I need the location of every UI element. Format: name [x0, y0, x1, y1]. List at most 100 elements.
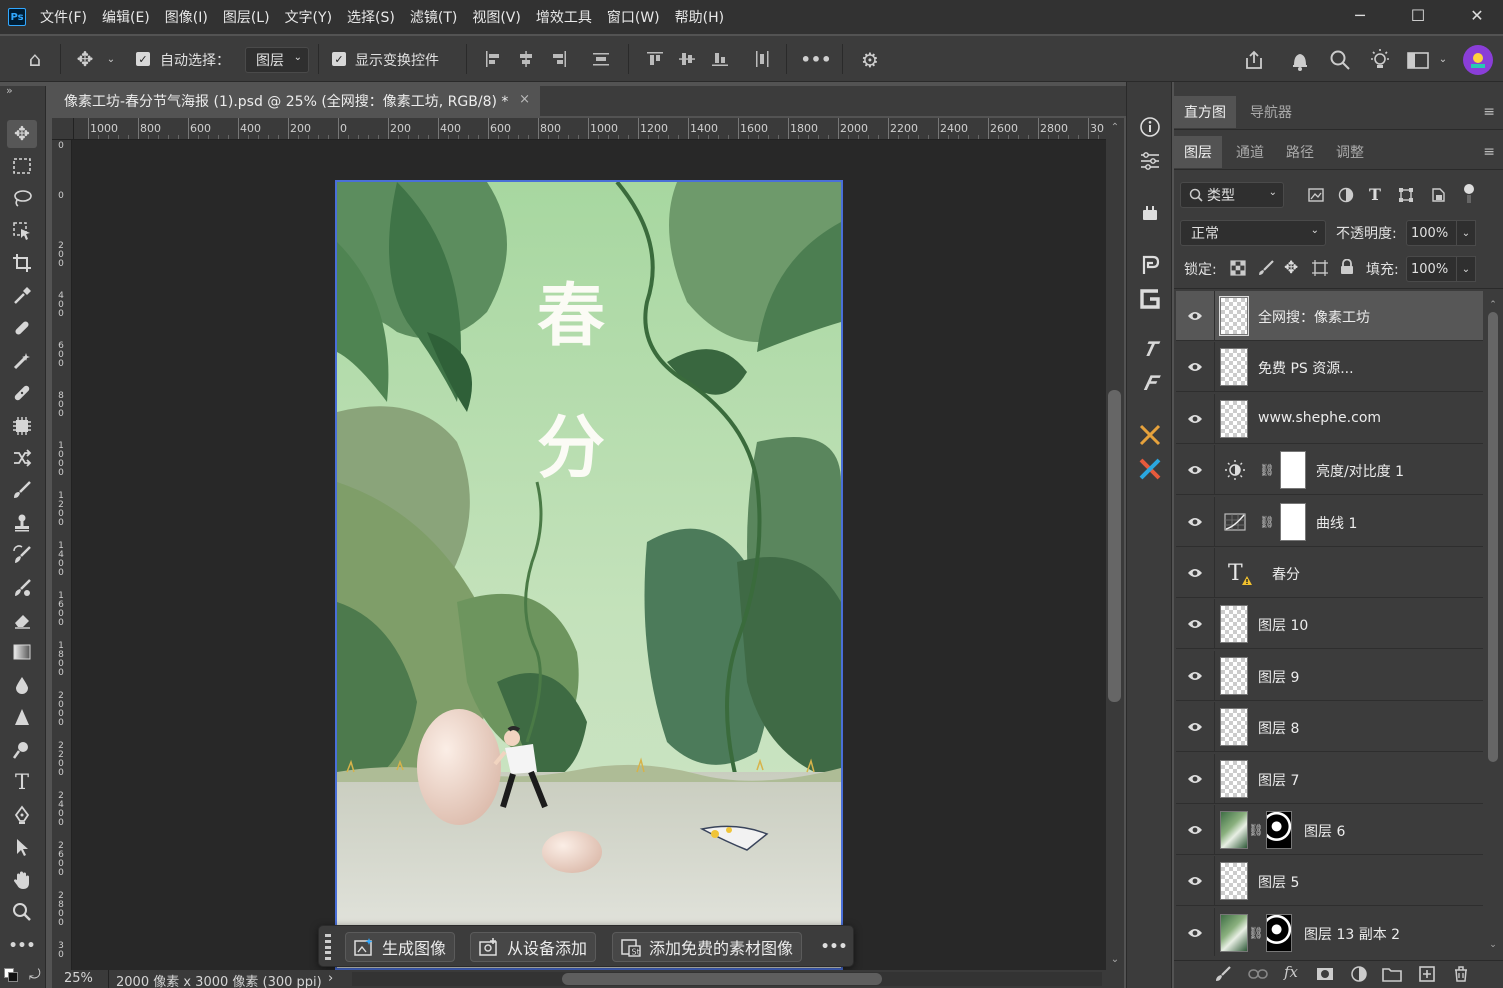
- lock-position-icon[interactable]: ✥: [1284, 258, 1298, 278]
- object-select-tool-icon[interactable]: [7, 217, 37, 245]
- eye-icon[interactable]: [1186, 821, 1204, 839]
- distribute-vertical-icon[interactable]: [751, 48, 773, 70]
- tab-adjustments[interactable]: 调整: [1326, 136, 1374, 168]
- layer-row[interactable]: 免费 PS 资源...: [1176, 342, 1483, 393]
- link-brush-icon[interactable]: [1214, 965, 1232, 987]
- tab-histogram[interactable]: 直方图: [1174, 96, 1236, 128]
- layer-row[interactable]: 图层 10: [1176, 599, 1483, 650]
- eye-icon[interactable]: [1186, 770, 1204, 788]
- filter-adjustment-icon[interactable]: [1338, 187, 1354, 207]
- lock-all-icon[interactable]: [1340, 258, 1354, 279]
- filter-shape-icon[interactable]: [1398, 187, 1414, 207]
- info-icon[interactable]: [1135, 112, 1165, 142]
- vertical-scrollbar[interactable]: ⌃ ⌄: [1106, 118, 1124, 970]
- lock-pixels-icon[interactable]: [1258, 260, 1274, 280]
- eye-icon[interactable]: [1186, 564, 1204, 582]
- generate-image-button[interactable]: 生成图像: [345, 932, 456, 962]
- document-tab[interactable]: 像素工坊-春分节气海报 (1).psd @ 25% (全网搜：像素工坊, RGB…: [50, 86, 540, 116]
- eraser-tool-icon[interactable]: [7, 606, 37, 634]
- menu-file[interactable]: 文件(F): [40, 7, 87, 27]
- new-layer-icon[interactable]: [1418, 965, 1436, 987]
- add-free-stock-button[interactable]: St 添加免费的素材图像: [612, 932, 803, 962]
- link-layers-icon[interactable]: [1248, 965, 1268, 987]
- chevron-down-icon[interactable]: ⌄: [1436, 48, 1450, 70]
- lightbulb-icon[interactable]: [1366, 46, 1394, 74]
- h-scroll-thumb[interactable]: [562, 973, 882, 985]
- menu-help[interactable]: 帮助(H): [675, 7, 724, 27]
- content-aware-move-icon[interactable]: [7, 444, 37, 472]
- layer-mask-thumbnail[interactable]: [1280, 502, 1306, 541]
- share-icon[interactable]: [1240, 46, 1268, 74]
- eye-icon[interactable]: [1186, 513, 1204, 531]
- layer-row[interactable]: 图层 8: [1176, 702, 1483, 753]
- crop-tool-icon[interactable]: [7, 249, 37, 277]
- scroll-down-icon[interactable]: ⌄: [1107, 954, 1123, 966]
- drag-handle-icon[interactable]: [325, 934, 331, 960]
- layer-row[interactable]: ⛓ 曲线 1: [1176, 496, 1483, 547]
- zoom-tool-icon[interactable]: [7, 898, 37, 926]
- font-plugin-icon[interactable]: 𝑭: [1135, 368, 1165, 398]
- menu-type[interactable]: 文字(Y): [285, 7, 332, 27]
- mixer-brush-icon[interactable]: [7, 574, 37, 602]
- minimize-icon[interactable]: ─: [1338, 0, 1382, 30]
- eye-icon[interactable]: [1186, 924, 1204, 942]
- fx-icon[interactable]: fx: [1284, 963, 1298, 981]
- marquee-tool-icon[interactable]: [7, 152, 37, 180]
- opacity-chevron-icon[interactable]: ⌄: [1456, 220, 1476, 246]
- search-icon[interactable]: [1326, 46, 1354, 74]
- color-swatches[interactable]: ⤾: [3, 967, 43, 985]
- lasso-tool-icon[interactable]: [7, 184, 37, 212]
- menu-edit[interactable]: 编辑(E): [102, 7, 150, 27]
- tab-layers[interactable]: 图层: [1174, 136, 1222, 168]
- menu-view[interactable]: 视图(V): [472, 7, 521, 27]
- character-style-icon[interactable]: 𝑻: [1135, 334, 1165, 364]
- gradient-tool-icon[interactable]: [7, 638, 37, 666]
- new-group-icon[interactable]: [1382, 965, 1402, 987]
- home-icon[interactable]: ⌂: [18, 45, 52, 73]
- gear-icon[interactable]: ⚙: [856, 46, 884, 74]
- eye-icon[interactable]: [1186, 615, 1204, 633]
- dodge-tool-icon[interactable]: [7, 736, 37, 764]
- layer-row[interactable]: T 春分: [1176, 548, 1483, 598]
- healing-brush-icon[interactable]: [7, 314, 37, 342]
- move-tool-icon[interactable]: ✥: [70, 45, 100, 73]
- hand-tool-icon[interactable]: [7, 866, 37, 894]
- menu-plugins[interactable]: 增效工具: [536, 7, 592, 27]
- new-adjustment-icon[interactable]: [1350, 965, 1368, 987]
- horizontal-ruler[interactable]: 1000 800 600 400 200 0 200 400 600 800 1000 1200 140…: [74, 118, 1106, 140]
- ruler-origin[interactable]: [52, 118, 74, 140]
- bell-icon[interactable]: [1286, 46, 1314, 74]
- more-options-icon[interactable]: •••: [800, 46, 832, 72]
- align-middle-icon[interactable]: [676, 48, 698, 70]
- move-tool-icon[interactable]: ✥: [7, 120, 37, 148]
- status-menu-arrow[interactable]: ›: [328, 971, 333, 986]
- eye-icon[interactable]: [1186, 872, 1204, 890]
- maximize-icon[interactable]: ☐: [1396, 0, 1440, 30]
- layers-scrollbar[interactable]: ⌃ ⌄: [1486, 300, 1500, 956]
- eye-icon[interactable]: [1186, 358, 1204, 376]
- show-transform-checkbox[interactable]: ✓: [332, 52, 346, 66]
- eye-icon[interactable]: [1186, 307, 1204, 325]
- close-tab-icon[interactable]: ×: [519, 92, 530, 107]
- close-window-icon[interactable]: ✕: [1455, 0, 1499, 30]
- eye-icon[interactable]: [1186, 410, 1204, 428]
- glyph-plugin-icon[interactable]: [1135, 284, 1165, 314]
- layer-row[interactable]: ⛓ 亮度/对比度 1: [1176, 445, 1483, 496]
- lock-transparent-icon[interactable]: [1230, 260, 1246, 280]
- add-mask-icon[interactable]: [1316, 965, 1334, 987]
- menu-select[interactable]: 选择(S): [347, 7, 395, 27]
- bandage-icon[interactable]: [7, 379, 37, 407]
- layer-mask-thumbnail[interactable]: [1266, 913, 1292, 952]
- align-left-icon[interactable]: [482, 48, 504, 70]
- cross-tool-icon[interactable]: [1135, 420, 1165, 450]
- link-chain-icon[interactable]: ⛓: [1248, 924, 1263, 942]
- type-tool-icon[interactable]: T: [7, 768, 37, 796]
- paragraph-plugin-icon[interactable]: [1135, 250, 1165, 280]
- eyedropper-tool-icon[interactable]: [7, 282, 37, 310]
- menu-layer[interactable]: 图层(L): [223, 7, 270, 27]
- avatar[interactable]: [1463, 45, 1493, 75]
- scroll-up-icon[interactable]: ⌃: [1107, 122, 1123, 134]
- panel-menu-icon[interactable]: ≡: [1483, 144, 1495, 160]
- brush-tool-icon[interactable]: [7, 476, 37, 504]
- blend-mode-dropdown[interactable]: 正常 ⌄: [1180, 220, 1326, 246]
